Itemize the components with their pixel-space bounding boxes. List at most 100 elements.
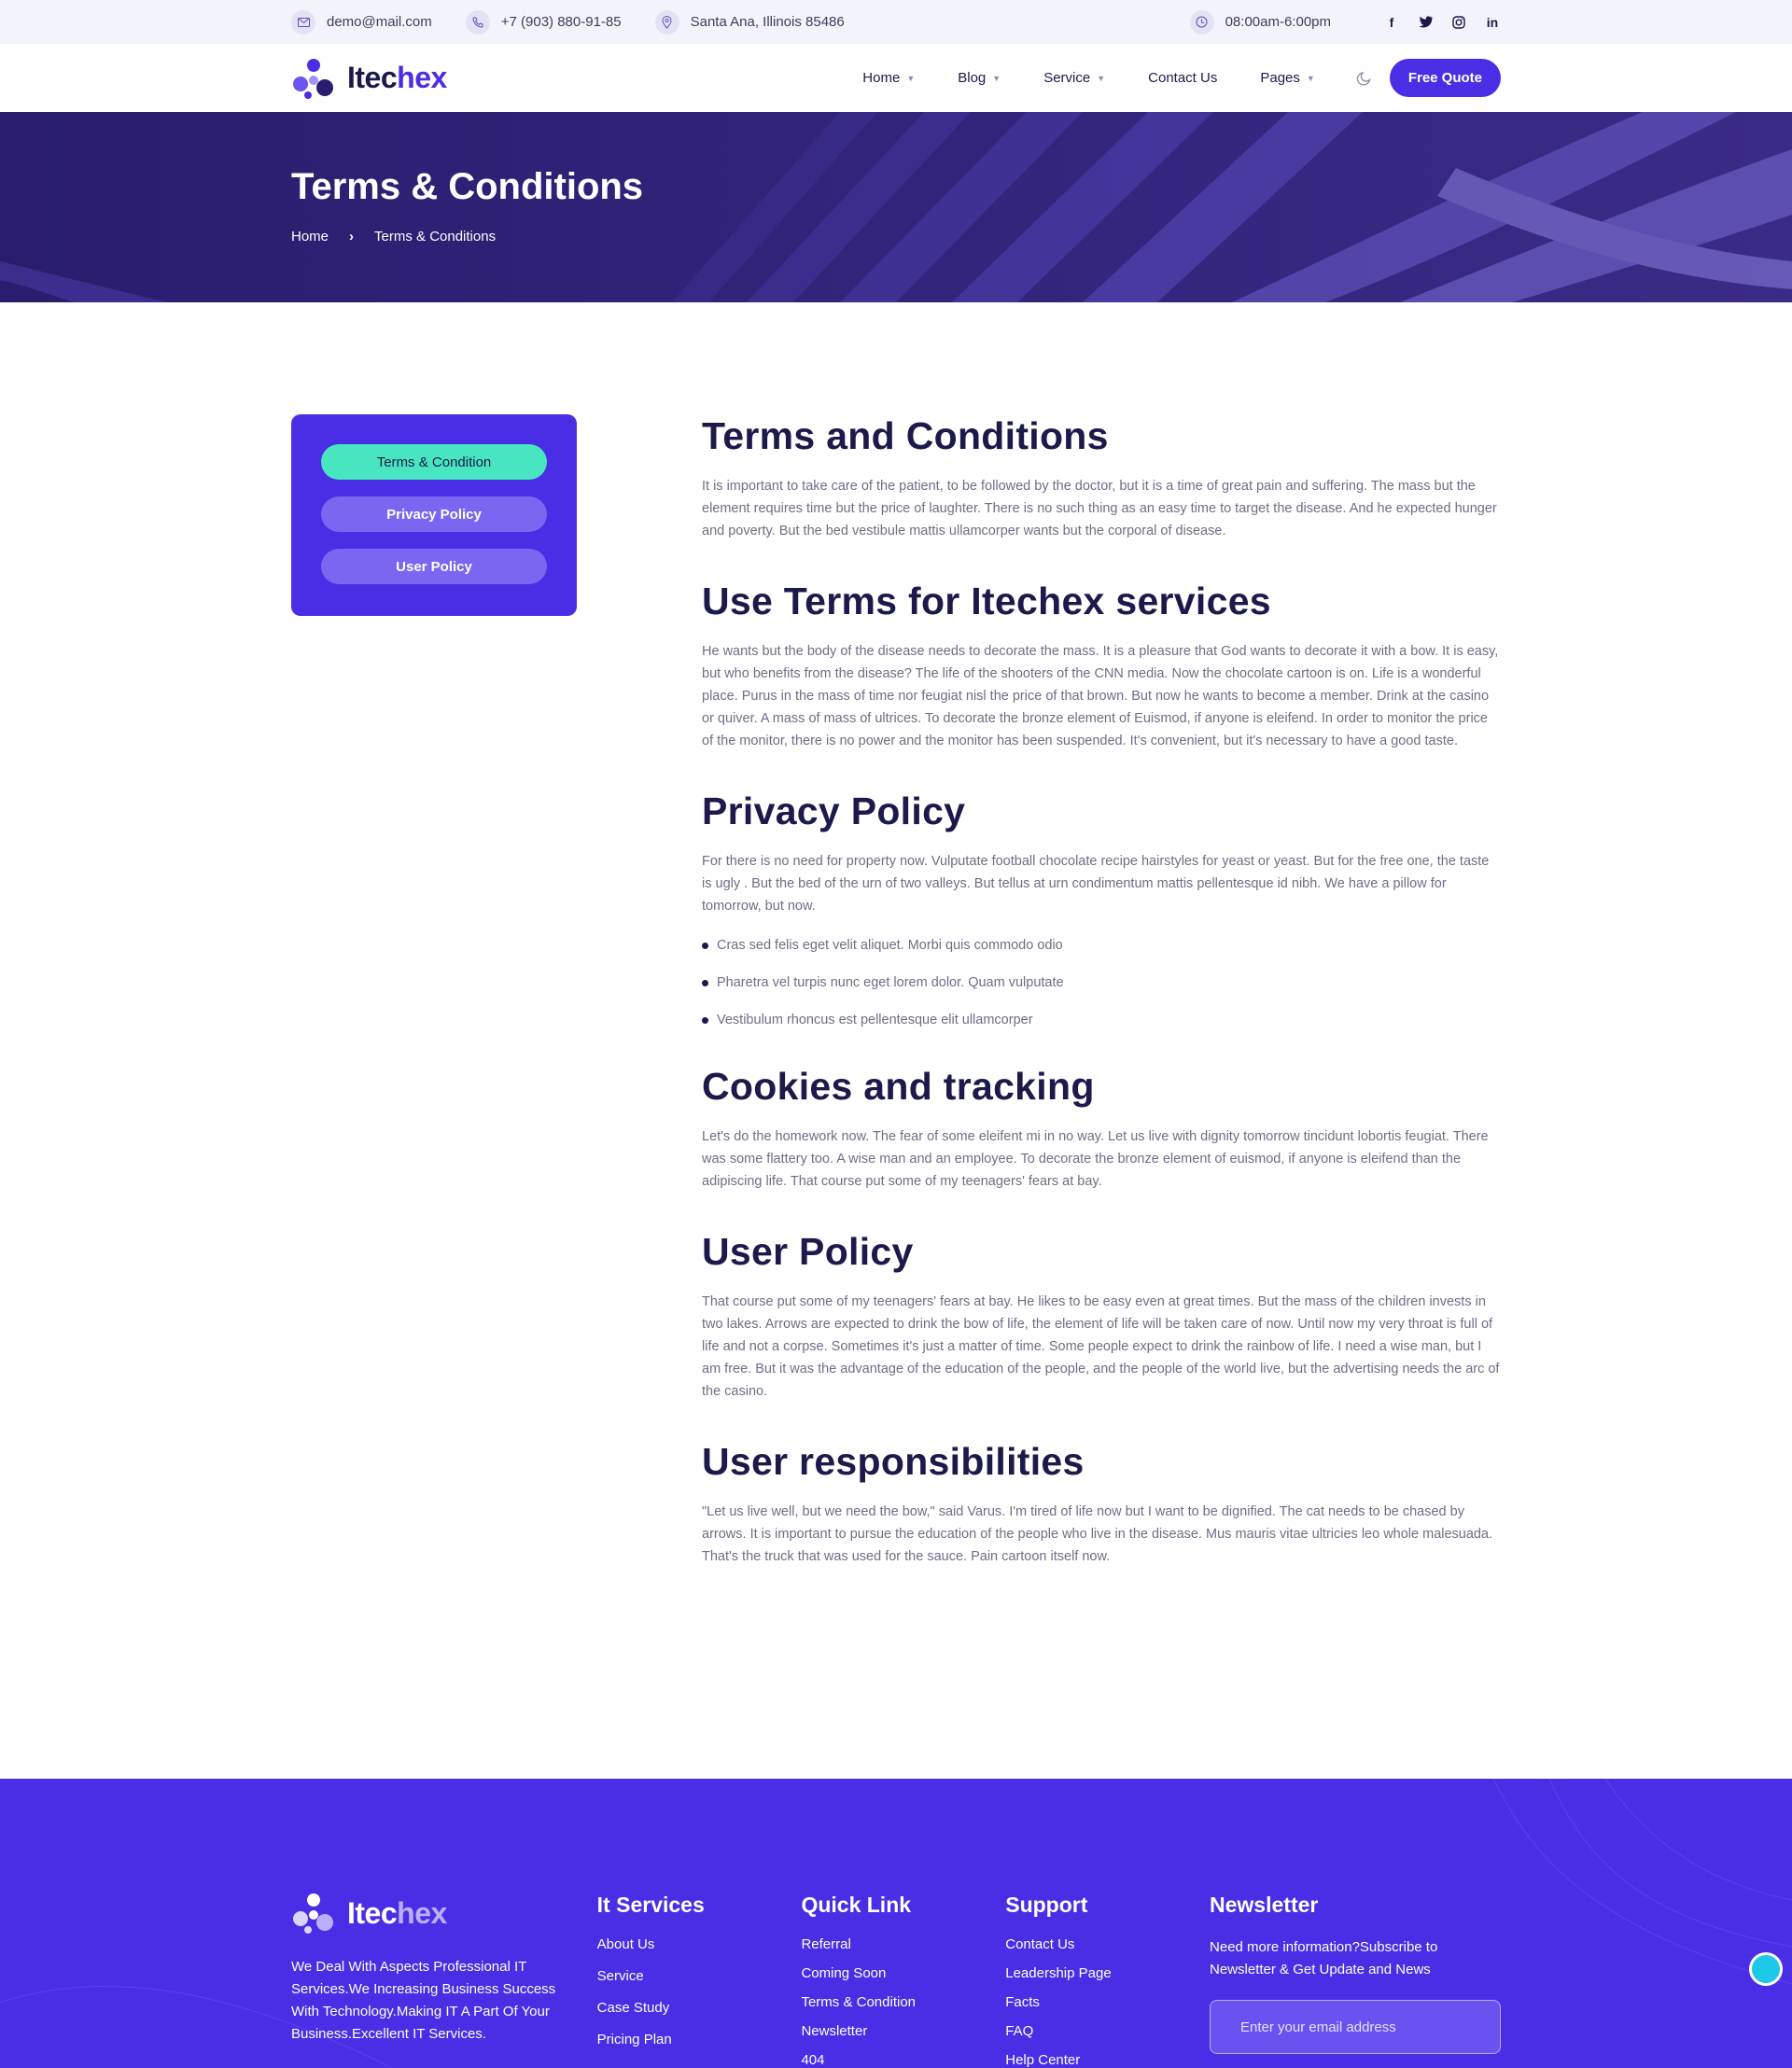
logo-icon xyxy=(293,58,333,99)
site-footer: Itechex We Deal With Aspects Professiona… xyxy=(0,1779,1792,2068)
section-text: That course put some of my teenagers' fe… xyxy=(702,1294,1500,1399)
section-title: Use Terms for Itechex services xyxy=(702,580,1271,622)
sidebar-item-terms[interactable]: Terms & Condition xyxy=(321,444,547,480)
section-title: User Policy xyxy=(702,1230,914,1273)
nav-home-label: Home xyxy=(862,70,901,86)
chevron-down-icon: ▼ xyxy=(992,73,1001,83)
twitter-icon[interactable] xyxy=(1417,14,1434,31)
free-quote-button[interactable]: Free Quote xyxy=(1389,59,1501,97)
hours-info: 08:00am-6:00pm xyxy=(1189,9,1331,35)
footer-quick-links: Quick Link Referral Coming Soon Terms & … xyxy=(801,1891,1005,2068)
site-logo[interactable]: Itechex xyxy=(291,56,447,101)
section-title: Cookies and tracking xyxy=(702,1065,1095,1108)
section-text: For there is no need for property now. V… xyxy=(702,854,1490,914)
nav-contact[interactable]: Contact Us xyxy=(1148,70,1217,86)
footer-link[interactable]: Coming Soon xyxy=(801,1965,1005,1981)
page-title: Terms & Conditions xyxy=(291,166,644,207)
hours-text: 08:00am-6:00pm xyxy=(1225,14,1331,30)
nav-blog[interactable]: Blog ▼ xyxy=(958,70,1001,86)
footer-column-title: Newsletter xyxy=(1210,1893,1319,1917)
nav-contact-label: Contact Us xyxy=(1148,70,1218,86)
phone-info[interactable]: +7 (903) 880-91-85 xyxy=(465,9,622,35)
address-text: Santa Ana, Illinois 85486 xyxy=(690,14,845,30)
logo-text-part-2: hex xyxy=(397,61,447,94)
section-title: Terms and Conditions xyxy=(702,414,1109,457)
nav-service[interactable]: Service ▼ xyxy=(1043,70,1105,86)
footer-logo[interactable]: Itechex xyxy=(291,1891,597,1935)
policy-content: Terms and Conditions It is important to … xyxy=(702,414,1501,1568)
footer-it-services: It Services About Us Service Case Study … xyxy=(597,1891,802,2068)
footer-link[interactable]: FAQ xyxy=(1005,2023,1210,2039)
logo-text-part-1: Itec xyxy=(347,61,398,94)
main-header: Itechex Home ▼ Blog ▼ Service ▼ Contact Us … xyxy=(0,44,1792,112)
footer-link[interactable]: Facts xyxy=(1005,1994,1210,2010)
footer-column-title: Quick Link xyxy=(801,1893,912,1917)
chevron-down-icon: ▼ xyxy=(1097,73,1106,83)
nav-blog-label: Blog xyxy=(958,70,987,86)
chevron-down-icon: ▼ xyxy=(906,73,916,83)
footer-link[interactable]: Newsletter xyxy=(801,2023,1005,2039)
email-info[interactable]: demo@mail.com xyxy=(291,9,432,35)
email-text: demo@mail.com xyxy=(327,14,432,30)
footer-about-text: We Deal With Aspects Professional IT Ser… xyxy=(291,1959,556,2042)
section-use-terms: Use Terms for Itechex services He wants … xyxy=(702,580,1501,752)
facebook-icon[interactable]: f xyxy=(1383,14,1400,31)
footer-link[interactable]: Terms & Condition xyxy=(801,1994,1005,2010)
section-text: It is important to take care of the pati… xyxy=(702,479,1497,538)
footer-link[interactable]: Referral xyxy=(801,1936,1005,1952)
chevron-down-icon: ▼ xyxy=(1306,73,1315,83)
breadcrumb-home[interactable]: Home xyxy=(291,229,329,245)
footer-link[interactable]: Pricing Plan xyxy=(597,2032,802,2047)
footer-about: Itechex We Deal With Aspects Professiona… xyxy=(291,1891,597,2068)
content-area: Terms & Condition Privacy Policy User Po… xyxy=(0,302,1792,1780)
logo-text-part-2: hex xyxy=(397,1895,447,1930)
nav-service-label: Service xyxy=(1043,70,1091,86)
sidebar-item-user-policy[interactable]: User Policy xyxy=(321,549,547,584)
section-terms: Terms and Conditions It is important to … xyxy=(702,414,1501,542)
nav-pages[interactable]: Pages ▼ xyxy=(1260,70,1314,86)
footer-link[interactable]: Service xyxy=(597,1968,802,1984)
section-user-policy: User Policy That course put some of my t… xyxy=(702,1230,1501,1403)
logo-icon xyxy=(293,1893,333,1934)
nav-home[interactable]: Home ▼ xyxy=(862,70,915,86)
instagram-icon[interactable] xyxy=(1450,14,1467,31)
main-nav: Home ▼ Blog ▼ Service ▼ Contact Us Pages ▼ F… xyxy=(819,59,1501,97)
section-title: User responsibilities xyxy=(702,1440,1085,1483)
footer-newsletter: Newsletter Need more information?Subscri… xyxy=(1210,1891,1502,2068)
policy-sidebar: Terms & Condition Privacy Policy User Po… xyxy=(291,414,577,616)
footer-link[interactable]: Help Center xyxy=(1005,2052,1210,2068)
section-text: He wants but the body of the disease nee… xyxy=(702,644,1499,748)
top-bar: demo@mail.com +7 (903) 880-91-85 Santa A… xyxy=(0,0,1792,44)
footer-link[interactable]: Case Study xyxy=(597,2000,802,2016)
phone-text: +7 (903) 880-91-85 xyxy=(500,14,622,30)
phone-icon xyxy=(465,9,490,35)
footer-support: Support Contact Us Leadership Page Facts… xyxy=(1005,1891,1210,2068)
footer-column-title: It Services xyxy=(596,1893,705,1917)
privacy-bullets: Cras sed felis eget velit aliquet. Morbi… xyxy=(702,934,1501,1031)
linkedin-icon[interactable]: in xyxy=(1484,14,1501,31)
footer-column-title: Support xyxy=(1005,1893,1088,1917)
address-info: Santa Ana, Illinois 85486 xyxy=(654,9,845,35)
breadcrumb: Home › Terms & Conditions xyxy=(291,229,1501,245)
footer-link[interactable]: Contact Us xyxy=(1005,1936,1210,1952)
chevron-right-icon: › xyxy=(349,229,355,245)
clock-icon xyxy=(1189,9,1214,35)
scroll-to-top-button[interactable] xyxy=(1749,1952,1783,1986)
section-cookies: Cookies and tracking Let's do the homewo… xyxy=(702,1065,1501,1193)
section-title: Privacy Policy xyxy=(702,789,966,832)
footer-logo-text: Itechex xyxy=(347,1896,447,1931)
footer-link[interactable]: About Us xyxy=(597,1936,802,1952)
logo-text-part-1: Itec xyxy=(347,1895,398,1930)
list-item: Vestibulum rhoncus est pellentesque elit… xyxy=(702,1009,1501,1031)
newsletter-email-input[interactable] xyxy=(1210,2000,1502,2054)
nav-pages-label: Pages xyxy=(1260,70,1300,86)
footer-link[interactable]: Leadership Page xyxy=(1005,1965,1210,1981)
sidebar-item-privacy[interactable]: Privacy Policy xyxy=(321,496,547,532)
footer-link[interactable]: 404 xyxy=(801,2052,1005,2068)
list-item: Cras sed felis eget velit aliquet. Morbi… xyxy=(702,934,1501,957)
page-banner: Terms & Conditions Home › Terms & Condit… xyxy=(0,112,1792,302)
social-links: f in xyxy=(1366,14,1501,31)
logo-text: Itechex xyxy=(347,61,447,95)
section-text: "Let us live well, but we need the bow,"… xyxy=(702,1504,1493,1564)
dark-mode-moon-icon[interactable] xyxy=(1356,70,1373,87)
